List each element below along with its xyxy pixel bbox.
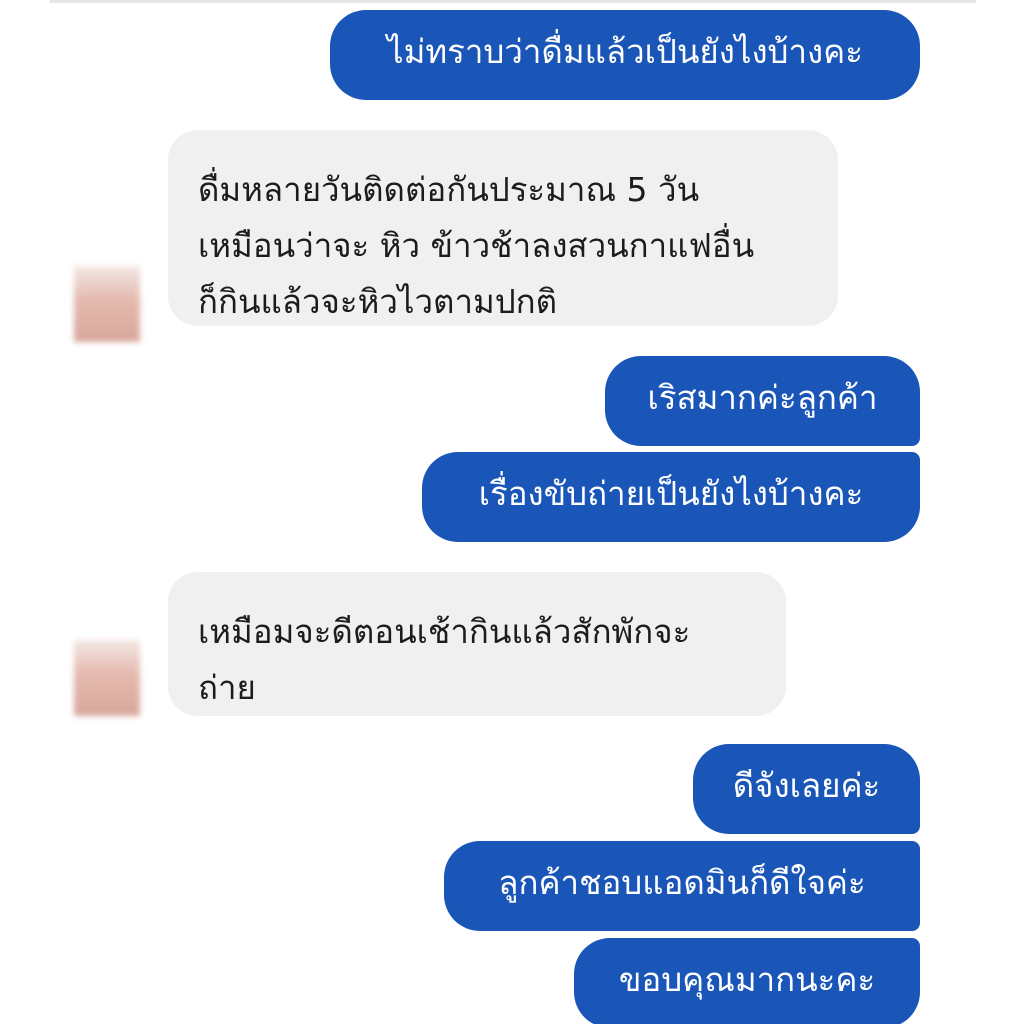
incoming-message[interactable]: เหมือมจะดีตอนเช้ากินแล้วสักพักจะ ถ่าย: [168, 572, 786, 716]
outgoing-message[interactable]: เริสมากค่ะลูกค้า: [605, 356, 920, 446]
message-text: ลูกค้าชอบแอดมินก็ดีใจค่ะ: [498, 863, 866, 902]
outgoing-message[interactable]: ไม่ทราบว่าดื่มแล้วเป็นยังไงบ้างคะ: [330, 10, 920, 100]
avatar: [74, 266, 140, 342]
message-text: ขอบคุณมากนะคะ: [618, 960, 876, 999]
message-text-line: ดื่มหลายวันติดต่อกันประมาณ 5 วัน: [198, 170, 700, 209]
message-text-line: ก็กินแล้วจะหิวไวตามปกติ: [198, 282, 558, 321]
avatar: [74, 640, 140, 716]
message-text-line: เหมือมจะดีตอนเช้ากินแล้วสักพักจะ: [198, 612, 691, 651]
outgoing-message[interactable]: เรื่องขับถ่ายเป็นยังไงบ้างคะ: [422, 452, 920, 542]
message-text: เริสมากค่ะลูกค้า: [647, 378, 878, 417]
message-text: ดีจังเลยค่ะ: [732, 766, 881, 805]
outgoing-message[interactable]: ดีจังเลยค่ะ: [693, 744, 920, 834]
top-divider: [50, 0, 976, 3]
outgoing-message[interactable]: ขอบคุณมากนะคะ: [574, 938, 920, 1024]
message-text-line: เหมือนว่าจะ หิว ข้าวช้าลงสวนกาแฟอื่น: [198, 226, 755, 265]
outgoing-message[interactable]: ลูกค้าชอบแอดมินก็ดีใจค่ะ: [444, 841, 920, 931]
message-text: ไม่ทราบว่าดื่มแล้วเป็นยังไงบ้างคะ: [387, 32, 863, 71]
incoming-message[interactable]: ดื่มหลายวันติดต่อกันประมาณ 5 วัน เหมือนว…: [168, 130, 838, 326]
message-text-line: ถ่าย: [198, 668, 256, 707]
message-text: เรื่องขับถ่ายเป็นยังไงบ้างคะ: [478, 474, 864, 513]
